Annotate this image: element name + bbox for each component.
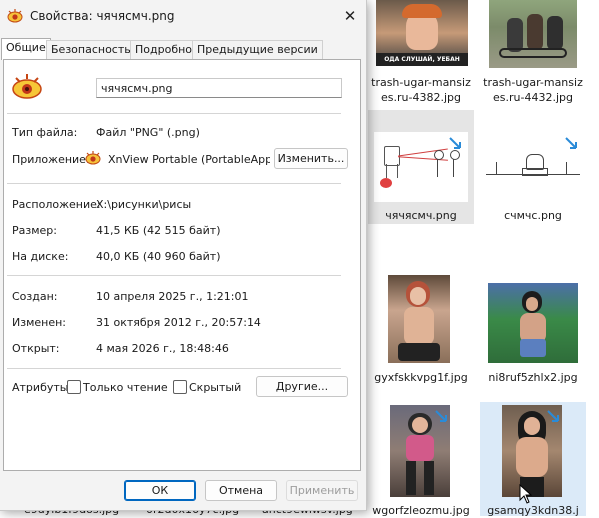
hidden-checkbox[interactable] (173, 380, 187, 394)
size-on-disk-value: 40,0 КБ (40 960 байт) (96, 250, 221, 263)
divider (7, 275, 341, 276)
file-type-icon (12, 74, 42, 99)
filename-input[interactable]: чячясмч.png (96, 78, 342, 98)
tab-security[interactable]: Безопасность (46, 40, 136, 60)
divider (7, 368, 341, 369)
shortcut-arrow-icon (435, 410, 447, 422)
xnview-app-icon (7, 9, 23, 23)
file-name: счмчс.png (504, 209, 562, 222)
close-icon: ✕ (343, 7, 357, 25)
attributes-label: Атрибуты: (12, 381, 73, 394)
xnview-app-icon (85, 151, 101, 165)
readonly-checkbox[interactable] (67, 380, 81, 394)
advanced-attributes-button[interactable]: Другие... (256, 376, 348, 397)
file-thumbnail (388, 275, 450, 363)
shortcut-arrow-icon (565, 137, 577, 149)
file-name: trash-ugar-mansizes.ru-4432.jpg (483, 76, 583, 104)
file-item[interactable]: trash-ugar-mansizes.ru-4432.jpg (480, 0, 586, 110)
file-item[interactable]: wgorfzleozmu.jpg (368, 405, 474, 518)
close-button[interactable]: ✕ (340, 6, 360, 26)
divider (7, 113, 341, 114)
tab-general[interactable]: Общие (1, 38, 51, 60)
created-value: 10 апреля 2025 г., 1:21:01 (96, 290, 249, 303)
location-label: Расположение: (12, 198, 101, 211)
file-type-value: Файл "PNG" (.png) (96, 126, 200, 139)
file-name: чячясмч.png (385, 209, 457, 222)
file-name: gsamqy3kdn38.j (487, 504, 579, 517)
file-type-label: Тип файла: (12, 126, 78, 139)
hidden-label: Скрытый (189, 381, 242, 394)
file-item[interactable]: ОДА СЛУШАЙ, УЕБАН trash-ugar-mansizes.ru… (368, 0, 474, 110)
tab-previous-versions[interactable]: Предыдущие версии (192, 40, 323, 60)
app-value: XnView Portable (PortableApps.co (108, 153, 270, 166)
tab-bar: Общие Безопасность Подробно Предыдущие в… (0, 38, 366, 60)
file-thumbnail: ОДА СЛУШАЙ, УЕБАН (376, 0, 468, 66)
shortcut-arrow-icon (449, 137, 461, 149)
ok-button[interactable]: ОК (124, 480, 196, 501)
file-item[interactable]: gyxfskkvpg1f.jpg (368, 275, 474, 387)
size-value: 41,5 КБ (42 515 байт) (96, 224, 221, 237)
opened-value: 4 мая 2026 г., 18:48:46 (96, 342, 229, 355)
size-on-disk-label: На диске: (12, 250, 69, 263)
file-item-hover[interactable]: gsamqy3kdn38.j (480, 405, 586, 518)
shortcut-arrow-icon (547, 410, 559, 422)
size-label: Размер: (12, 224, 57, 237)
thumbnail-caption: ОДА СЛУШАЙ, УЕБАН (384, 56, 460, 63)
file-name: ni8ruf5zhlx2.jpg (488, 371, 578, 384)
file-item[interactable]: ni8ruf5zhlx2.jpg (480, 275, 586, 387)
cancel-button[interactable]: Отмена (205, 480, 277, 501)
modified-value: 31 октября 2012 г., 20:57:14 (96, 316, 261, 329)
location-value: X:\рисунки\рисы (96, 198, 192, 211)
file-thumbnail (488, 283, 578, 363)
file-item-selected[interactable]: чячясмч.png (368, 110, 474, 224)
file-name: wgorfzleozmu.jpg (372, 504, 470, 517)
tab-details[interactable]: Подробно (130, 40, 198, 60)
general-tab-panel (3, 59, 361, 471)
file-name: gyxfskkvpg1f.jpg (374, 371, 468, 384)
file-name: trash-ugar-mansizes.ru-4382.jpg (371, 76, 471, 104)
divider (7, 183, 341, 184)
dialog-titlebar[interactable]: Свойства: чячясмч.png ✕ (0, 0, 366, 32)
created-label: Создан: (12, 290, 58, 303)
apply-button[interactable]: Применить (286, 480, 358, 501)
file-thumbnail (489, 0, 577, 68)
modified-label: Изменен: (12, 316, 67, 329)
properties-dialog: Свойства: чячясмч.png ✕ Общие Безопаснос… (0, 0, 367, 511)
mouse-cursor-icon (519, 484, 533, 504)
readonly-label: Только чтение (83, 381, 168, 394)
file-item[interactable]: счмчс.png (480, 110, 586, 224)
change-app-button[interactable]: Изменить... (274, 148, 348, 169)
opened-label: Открыт: (12, 342, 60, 355)
app-label: Приложение: (12, 153, 90, 166)
dialog-title: Свойства: чячясмч.png (30, 9, 175, 23)
